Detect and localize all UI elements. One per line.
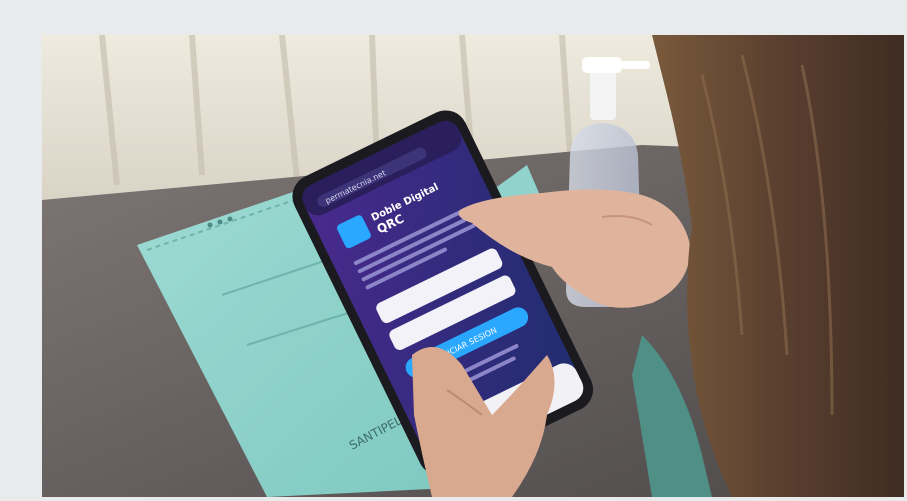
photo-illustration: SANTIPELLA permatecnia.net Doble Digital… xyxy=(42,35,904,497)
photo-frame: SANTIPELLA permatecnia.net Doble Digital… xyxy=(42,35,904,497)
